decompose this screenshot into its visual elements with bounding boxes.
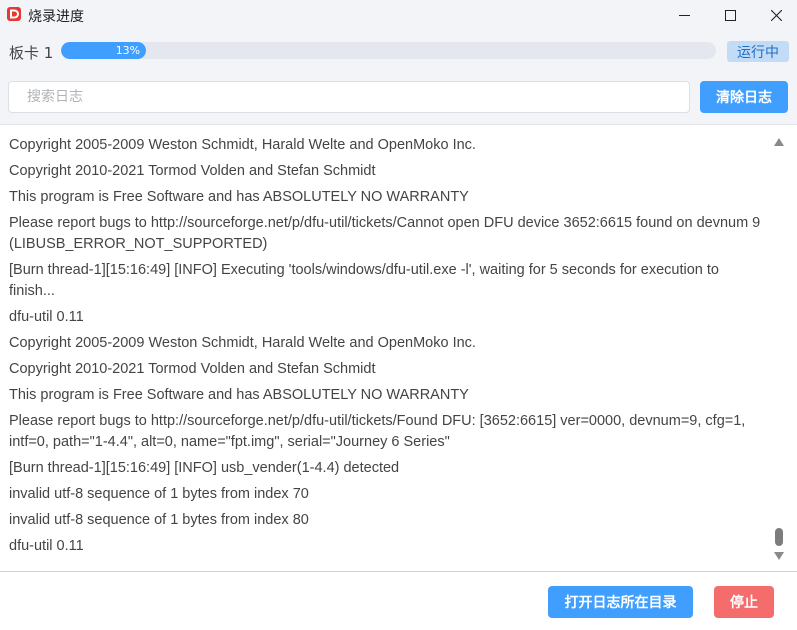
log-line: Please report bugs to http://sourceforge… xyxy=(9,215,761,252)
minimize-icon xyxy=(678,14,690,16)
open-log-dir-button[interactable]: 打开日志所在目录 xyxy=(548,586,693,618)
title-bar: 烧录进度 xyxy=(0,0,797,30)
footer: 打开日志所在目录 停止 xyxy=(0,572,797,630)
status-badge: 运行中 xyxy=(727,41,789,62)
scrollbar-thumb[interactable] xyxy=(775,528,783,546)
scroll-up-arrow-icon[interactable] xyxy=(772,137,786,147)
log-line: Copyright 2005-2009 Weston Schmidt, Hara… xyxy=(9,335,476,351)
log-line: Copyright 2010-2021 Tormod Volden and St… xyxy=(9,361,376,377)
window-title: 烧录进度 xyxy=(28,9,84,25)
log-line: Copyright 2010-2021 Tormod Volden and St… xyxy=(9,163,376,179)
log-line: [Burn thread-1][15:16:49] [INFO] usb_ven… xyxy=(9,460,400,476)
progress-fill: 13% xyxy=(61,42,147,59)
progress-bar: 13% xyxy=(61,42,716,59)
maximize-icon xyxy=(724,9,736,21)
log-line: invalid utf-8 sequence of 1 bytes from i… xyxy=(9,486,309,502)
close-icon xyxy=(770,9,782,21)
stop-button[interactable]: 停止 xyxy=(714,586,774,618)
log-line: [Burn thread-1][15:16:49] [INFO] Executi… xyxy=(9,262,719,299)
log-list: Copyright 2005-2009 Weston Schmidt, Hara… xyxy=(9,135,761,562)
burn-header: 板卡 1 13% 运行中 清除日志 xyxy=(0,30,797,124)
log-line: dfu-util 0.11 xyxy=(9,538,84,554)
search-input[interactable] xyxy=(8,81,690,113)
maximize-button[interactable] xyxy=(707,0,753,30)
log-panel[interactable]: Copyright 2005-2009 Weston Schmidt, Hara… xyxy=(0,124,797,572)
minimize-button[interactable] xyxy=(661,0,707,30)
app-logo-icon xyxy=(7,7,21,21)
log-line: This program is Free Software and has AB… xyxy=(9,387,469,403)
log-line: invalid utf-8 sequence of 1 bytes from i… xyxy=(9,512,309,528)
log-line: This program is Free Software and has AB… xyxy=(9,189,469,205)
log-line: Please report bugs to http://sourceforge… xyxy=(9,413,746,450)
log-line: dfu-util 0.11 xyxy=(9,309,84,325)
close-button[interactable] xyxy=(753,0,797,30)
progress-text: 13% xyxy=(115,44,141,57)
board-label: 板卡 1 xyxy=(9,44,54,62)
scroll-down-arrow-icon[interactable] xyxy=(772,551,786,561)
log-line: Copyright 2005-2009 Weston Schmidt, Hara… xyxy=(9,137,476,153)
clear-log-button[interactable]: 清除日志 xyxy=(700,81,788,113)
